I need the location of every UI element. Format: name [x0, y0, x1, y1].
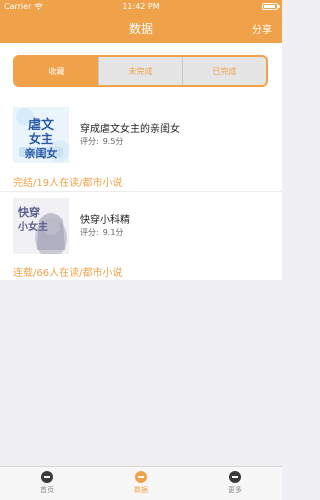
score-value: 9.5分	[102, 137, 124, 146]
book-cover[interactable]: 虐文 女主 亲闺女	[13, 107, 69, 163]
share-button[interactable]: 分享	[252, 21, 272, 36]
battery-icon	[262, 3, 280, 10]
book-cover-art: 快穿 小女主	[13, 198, 69, 254]
segment-favorites[interactable]: 收藏	[15, 57, 99, 85]
tab-label: 数据	[134, 486, 148, 494]
book-score: 评分: 9.5分	[80, 136, 123, 147]
more-icon	[229, 471, 241, 483]
segment-finished[interactable]: 已完成	[183, 57, 266, 85]
book-meta: 完结/19人在读/都市小说	[13, 178, 123, 189]
page-title: 数据	[128, 22, 153, 36]
list-item[interactable]: 虐文 女主 亲闺女 穿成虐文女主的亲闺女 评分: 9.5分 完结/19人在读/都市…	[0, 99, 282, 189]
status-bar: Carrier 11:42 PM	[0, 0, 282, 14]
book-score: 评分: 9.1分	[80, 227, 123, 238]
home-icon	[41, 471, 53, 483]
svg-text:快穿: 快穿	[17, 205, 40, 219]
data-icon	[135, 471, 147, 483]
tab-home[interactable]: 首页	[0, 467, 94, 500]
score-label: 评分:	[80, 137, 99, 146]
score-value: 9.1分	[102, 228, 124, 237]
svg-text:女主: 女主	[29, 131, 53, 146]
segmented-control: 收藏 未完成 已完成	[13, 55, 268, 87]
svg-text:虐文: 虐文	[28, 117, 55, 133]
book-title[interactable]: 穿成虐文女主的亲闺女	[80, 120, 180, 135]
book-cover-art: 虐文 女主 亲闺女	[13, 107, 69, 163]
tab-label: 更多	[228, 486, 242, 494]
status-time: 11:42 PM	[122, 2, 160, 11]
list-item[interactable]: 快穿 小女主 快穿小科精 评分: 9.1分 连载/66人在读/都市小说	[0, 192, 282, 280]
segment-container: 收藏 未完成 已完成	[0, 43, 282, 99]
segment-unfinished[interactable]: 未完成	[99, 57, 183, 85]
tab-data[interactable]: 数据	[94, 467, 188, 500]
tab-label: 首页	[40, 486, 54, 494]
score-label: 评分:	[80, 228, 99, 237]
nav-bar: 数据 分享	[0, 14, 282, 43]
tab-bar: 首页 数据 更多	[0, 466, 282, 500]
book-meta: 连载/66人在读/都市小说	[13, 268, 123, 279]
svg-text:小女主: 小女主	[17, 220, 48, 233]
tab-more[interactable]: 更多	[188, 467, 282, 500]
book-cover[interactable]: 快穿 小女主	[13, 198, 69, 254]
svg-text:亲闺女: 亲闺女	[25, 146, 58, 160]
book-list: 虐文 女主 亲闺女 穿成虐文女主的亲闺女 评分: 9.5分 完结/19人在读/都市…	[0, 99, 282, 280]
book-title[interactable]: 快穿小科精	[80, 211, 130, 226]
